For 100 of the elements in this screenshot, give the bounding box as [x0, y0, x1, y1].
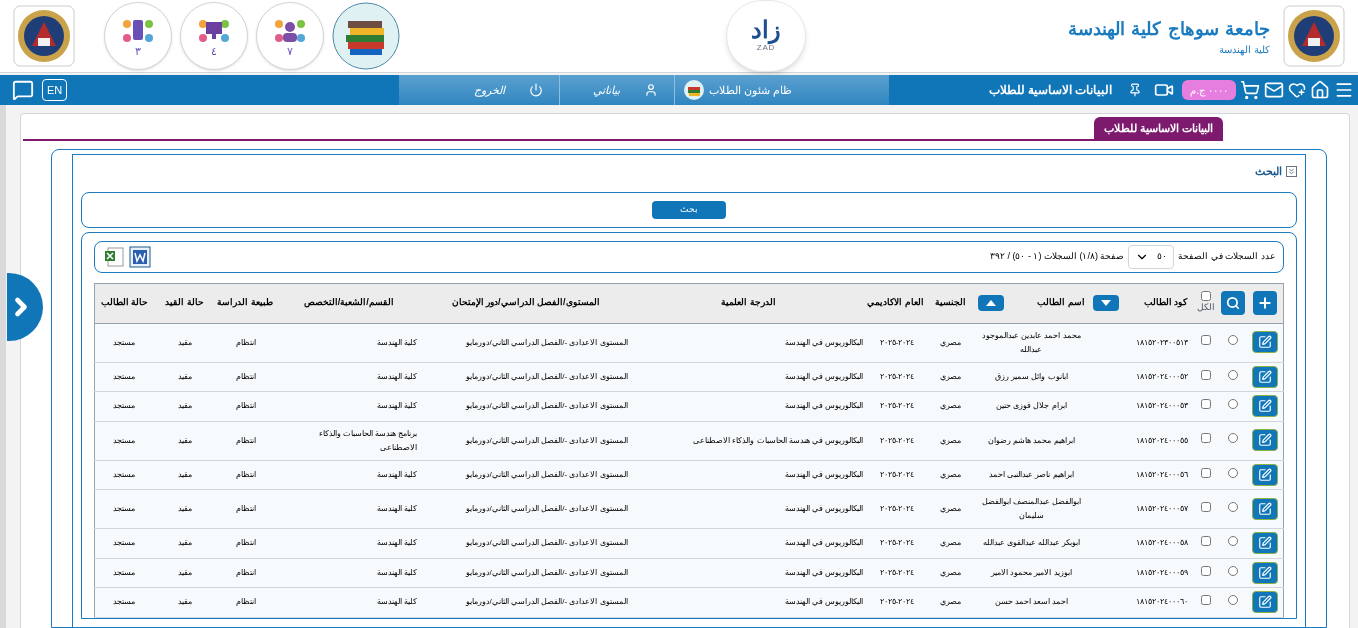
table-cell: ابرام جلال فوزى حنين [996, 401, 1067, 411]
row-radio[interactable] [1228, 595, 1239, 605]
table-cell: مستجد [113, 469, 136, 479]
column-header: كود الطالب [1143, 296, 1188, 310]
app-shortcut[interactable]: ٣ [104, 2, 172, 70]
table-cell: البكالوريوس في الهندسة [784, 567, 864, 577]
table-cell: ٢٠٢٤-٢٠٢٥ [879, 504, 915, 513]
table-cell: ١٨١٥٢٠٢٣٠٠٥١٣ [1136, 337, 1189, 347]
table-cell: البكالوريوس في هندسة الحاسبات والذكاء الاصطناعى [693, 435, 864, 445]
edit-button[interactable] [1251, 591, 1278, 613]
table-cell: البكالوريوس في الهندسة [784, 597, 864, 607]
edit-icon [1257, 501, 1272, 516]
table-cell: المستوى الاعدادى -/الفصل الدراسي الثاني/دورمايو [465, 538, 628, 548]
table-cell: انتظام [236, 597, 257, 607]
row-checkbox[interactable] [1200, 433, 1211, 444]
table-cell: انتظام [236, 538, 257, 548]
table-cell: انتظام [236, 469, 257, 479]
table-cell: كلية الهندسة [377, 538, 418, 548]
row-checkbox[interactable] [1200, 467, 1211, 478]
table-cell: مستجد [113, 371, 136, 381]
row-radio[interactable] [1228, 501, 1239, 512]
table-cell: مصري [940, 371, 962, 381]
edit-button[interactable] [1251, 331, 1278, 354]
row-radio[interactable] [1228, 433, 1239, 444]
system-link[interactable]: ظام شئون الطلاب [708, 81, 792, 99]
power-icon [528, 83, 543, 97]
language-button[interactable]: EN [42, 79, 68, 101]
table-cell: المستوى الاعدادى -/الفصل الدراسي الثاني/دورمايو [465, 469, 628, 479]
edit-button[interactable] [1251, 429, 1278, 452]
cart-icon[interactable] [1240, 80, 1260, 100]
row-radio[interactable] [1228, 565, 1239, 576]
mail-icon[interactable] [1264, 80, 1284, 100]
table-cell: المستوى الاعدادى -/الفصل الدراسي الثاني/دورمايو [465, 401, 628, 411]
menu-icon[interactable] [1334, 80, 1354, 100]
edit-button[interactable] [1251, 497, 1278, 520]
table-cell: ١٨١٥٢٠٢٤٠٠٠٦٠ [1136, 597, 1189, 607]
row-radio[interactable] [1228, 467, 1239, 478]
table-cell: ١٨١٥٢٠٢٤٠٠٠٥٥ [1136, 435, 1189, 445]
logout-link[interactable]: الخروج [473, 81, 505, 99]
table-cell: المستوى الاعدادى -/الفصل الدراسي الثاني/دورمايو [465, 337, 628, 347]
column-header: طبيعة الدراسة [217, 297, 273, 308]
table-cell: مصري [940, 538, 962, 548]
row-checkbox[interactable] [1200, 399, 1211, 409]
edit-button[interactable] [1251, 365, 1278, 388]
edit-button[interactable] [1251, 463, 1278, 486]
plus-icon [1256, 294, 1273, 311]
row-checkbox[interactable] [1200, 335, 1211, 346]
table-cell: البكالوريوس في الهندسة [784, 337, 864, 347]
chat-icon[interactable] [12, 79, 34, 101]
table-cell: مصري [940, 597, 962, 607]
row-radio[interactable] [1228, 369, 1239, 380]
edit-icon [1257, 595, 1272, 609]
table-cell: ٢٠٢٤-٢٠٢٥ [879, 538, 915, 548]
table-cell: ٢٠٢٤-٢٠٢٥ [879, 371, 915, 381]
excel-export-icon[interactable] [103, 245, 125, 268]
row-checkbox[interactable] [1200, 369, 1211, 380]
row-checkbox[interactable] [1200, 595, 1211, 605]
table-cell: ٢٠٢٤-٢٠٢٥ [879, 567, 915, 577]
table-cell: ١٨١٥٢٠٢٤٠٠٠٥٦ [1136, 469, 1189, 479]
table-cell: البكالوريوس في الهندسة [784, 504, 864, 513]
heart-plus-icon[interactable] [1288, 81, 1306, 99]
search-rows-button[interactable] [1221, 291, 1246, 315]
row-radio[interactable] [1228, 399, 1239, 409]
profile-link[interactable]: بياناتي [592, 81, 620, 99]
table-cell: ابراهيم محمد هاشم رضوان [988, 435, 1075, 445]
balance-badge[interactable]: ٠٠٠٠ ج.م [1182, 80, 1236, 100]
edit-button[interactable] [1251, 561, 1278, 584]
table-cell: مصري [940, 337, 962, 347]
row-radio[interactable] [1228, 335, 1239, 346]
table-cell: مستجد [113, 567, 136, 577]
column-header: حالة القيد [165, 297, 204, 308]
home-icon[interactable] [1310, 80, 1330, 100]
sort-ascending-button[interactable] [978, 295, 1004, 311]
tab[interactable]: البيانات الاساسية للطلاب [1093, 117, 1223, 139]
row-checkbox[interactable] [1200, 536, 1211, 546]
word-export-icon[interactable] [129, 245, 151, 268]
select-all-label: الكل [1196, 301, 1215, 315]
edit-button[interactable] [1251, 532, 1278, 554]
sort-descending-button[interactable] [1092, 295, 1119, 311]
select-all-checkbox[interactable] [1200, 291, 1211, 302]
books-icon [682, 79, 705, 101]
expand-icon[interactable] [1286, 165, 1297, 177]
add-button[interactable] [1252, 290, 1277, 315]
page-size-select[interactable]: ٥٠ [1128, 244, 1175, 269]
search-button[interactable]: بحث [652, 200, 726, 219]
row-checkbox[interactable] [1200, 501, 1211, 512]
row-checkbox[interactable] [1200, 565, 1211, 576]
row-radio[interactable] [1228, 536, 1239, 546]
edit-button[interactable] [1251, 395, 1278, 417]
page-size-label: عدد السجلات في الصفحة [1178, 249, 1275, 263]
app-shortcut[interactable]: ٧ [256, 2, 324, 70]
pin-icon[interactable] [1128, 83, 1143, 97]
table-cell: مستجد [113, 597, 136, 607]
table-cell: ابانوب وائل سمير رزق [995, 371, 1068, 381]
table-cell: ابراهيم ناصر عبدالنبى احمد [989, 469, 1074, 479]
university-crest [1282, 4, 1346, 68]
books-icon[interactable] [332, 2, 400, 70]
faculty-crest [12, 4, 76, 68]
app-shortcut[interactable]: ٤ [180, 2, 248, 70]
edit-icon [1257, 433, 1272, 448]
